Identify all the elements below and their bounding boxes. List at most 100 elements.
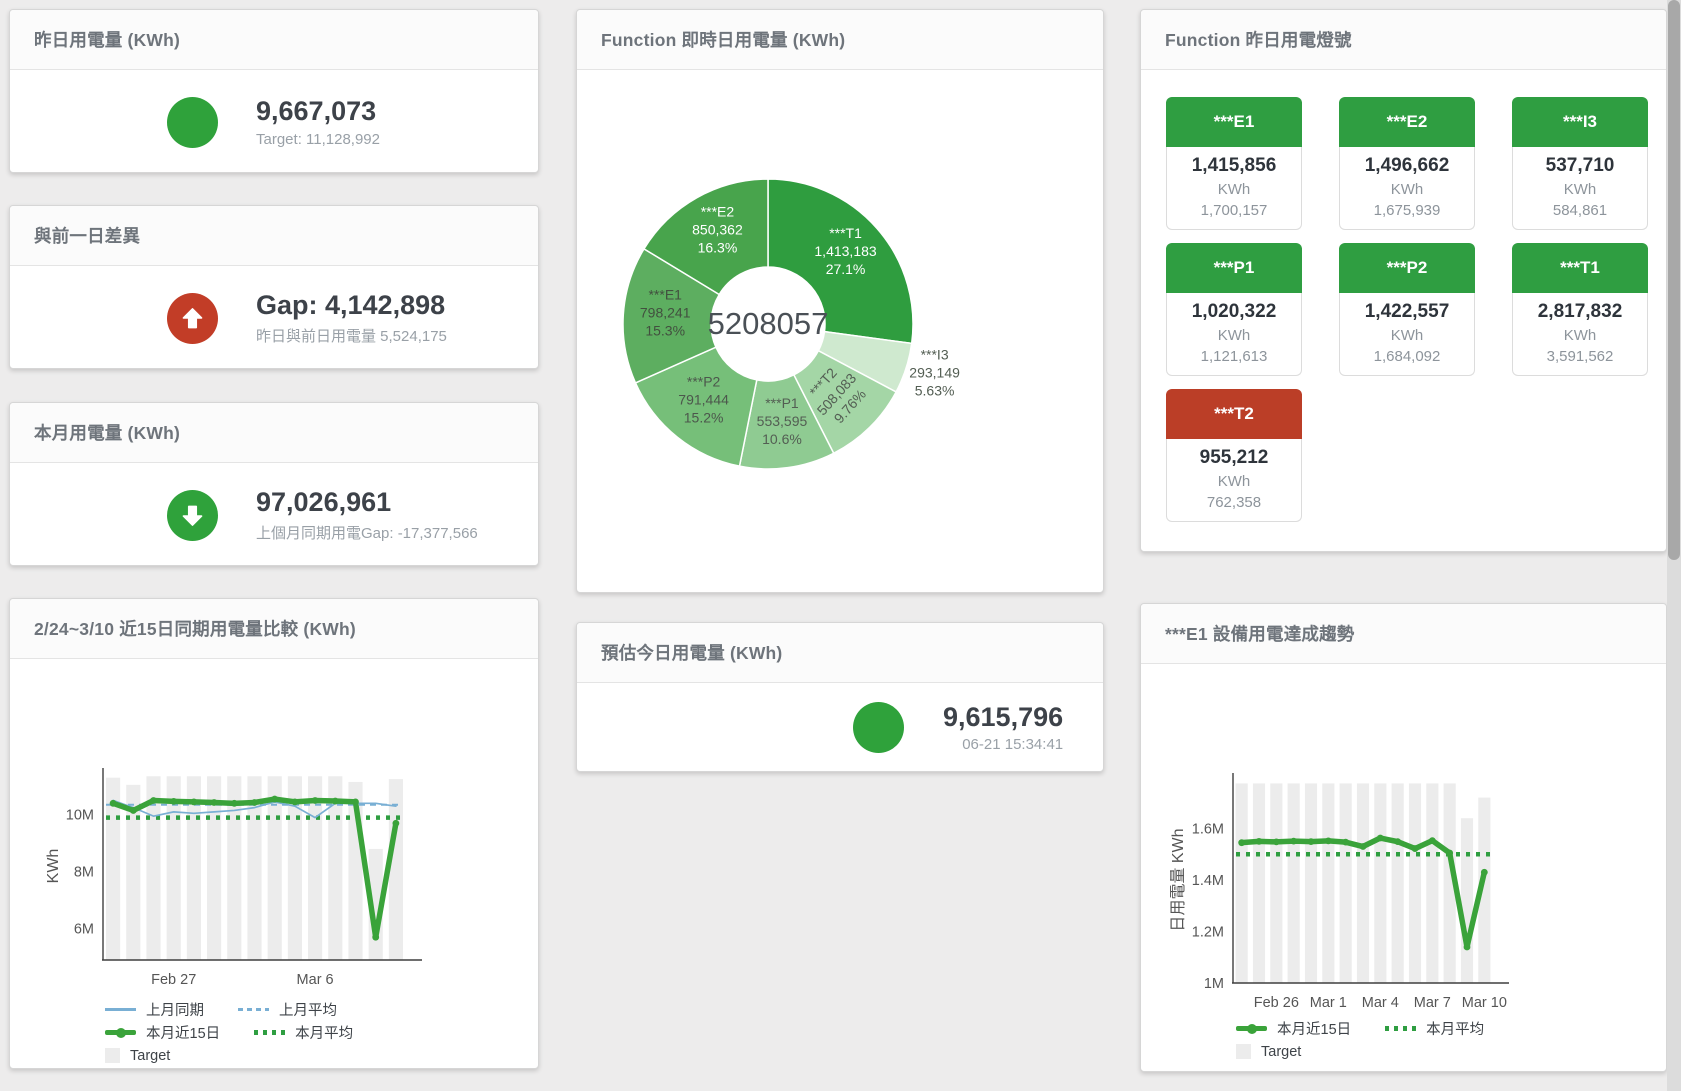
e1-trend-chart-legend: 本月近15日 本月平均 Target — [1236, 1017, 1666, 1063]
x-tick-label: Mar 7 — [1414, 995, 1451, 1010]
light-tile-secondary: 1,684,092 — [1344, 348, 1470, 365]
e1-trend-chart[interactable]: 1.6M1.4M1.2M1MFeb 26Mar 1Mar 4Mar 7Mar 1… — [1141, 664, 1666, 1010]
y-tick-label: 6M — [74, 922, 94, 938]
light-tile-label: ***E1 — [1166, 97, 1302, 147]
light-tile-unit: KWh — [1171, 473, 1297, 490]
light-tile-T1: ***T12,817,832KWh3,591,562 — [1512, 243, 1648, 376]
light-tile-secondary: 584,861 — [1517, 202, 1643, 219]
light-tile-body: 955,212KWh762,358 — [1166, 439, 1302, 522]
target-bar — [1357, 783, 1369, 983]
light-tile-unit: KWh — [1344, 181, 1470, 198]
legend-swatch — [1236, 1026, 1267, 1031]
data-point — [1290, 838, 1297, 845]
legend-item-本月近15日[interactable]: 本月近15日 — [105, 1022, 220, 1043]
dashboard: 昨日用電量 (KWh) 9,667,073 Target: 11,128,992… — [0, 0, 1681, 1091]
scrollbar-thumb[interactable] — [1668, 0, 1680, 560]
light-tile-body: 1,422,557KWh1,684,092 — [1339, 293, 1475, 376]
data-point — [1325, 837, 1332, 844]
target-bar — [1461, 818, 1473, 983]
y-tick-label: 1M — [1204, 976, 1224, 992]
data-point — [231, 800, 238, 807]
light-tile-body: 1,415,856KWh1,700,157 — [1166, 147, 1302, 230]
legend-swatch — [238, 1008, 269, 1011]
legend-swatch — [1236, 1044, 1251, 1059]
data-point — [1256, 838, 1263, 845]
compare-chart[interactable]: 10M8M6MFeb 27Mar 6KWh — [10, 659, 538, 991]
status-circle-icon — [853, 702, 904, 753]
data-point — [332, 798, 339, 805]
y-tick-label: 8M — [74, 865, 94, 881]
card-header: 與前一日差異 — [10, 206, 538, 266]
card-title: 昨日用電量 (KWh) — [34, 27, 180, 52]
light-tile-value: 1,496,662 — [1344, 155, 1470, 177]
legend-swatch — [254, 1030, 285, 1035]
card-title: 本月用電量 (KWh) — [34, 420, 180, 445]
card-header: Function 昨日用電燈號 — [1141, 10, 1666, 70]
legend-item-Target[interactable]: Target — [105, 1048, 170, 1064]
stat-subtitle: 上個月同期用電Gap: -17,377,566 — [256, 522, 478, 543]
stat-value: 9,667,073 — [256, 96, 380, 127]
light-tile-E2: ***E21,496,662KWh1,675,939 — [1339, 97, 1475, 230]
light-tile-value: 2,817,832 — [1517, 301, 1643, 323]
card-compare-chart: 2/24~3/10 近15日同期用電量比較 (KWh) 10M8M6MFeb 2… — [9, 598, 539, 1069]
data-point — [1481, 869, 1488, 876]
card-status-lights: Function 昨日用電燈號 ***E11,415,856KWh1,700,1… — [1140, 9, 1667, 552]
target-bar — [1322, 783, 1334, 983]
stat-value: 97,026,961 — [256, 487, 478, 518]
card-title: 與前一日差異 — [34, 223, 140, 248]
legend-item-上月同期[interactable]: 上月同期 — [105, 999, 204, 1020]
legend-item-本月平均[interactable]: 本月平均 — [1385, 1018, 1484, 1039]
legend-label: 本月近15日 — [146, 1022, 220, 1043]
data-point — [1342, 839, 1349, 846]
data-point — [130, 807, 137, 814]
x-tick-label: Mar 10 — [1462, 995, 1507, 1010]
light-tile-P2: ***P21,422,557KWh1,684,092 — [1339, 243, 1475, 376]
target-bar — [1426, 783, 1438, 983]
legend-label: 本月平均 — [295, 1022, 353, 1043]
data-point — [150, 797, 157, 804]
data-point — [1377, 835, 1384, 842]
realtime-donut-chart[interactable]: ***T11,413,18327.1%***I3293,1495.63%***T… — [577, 70, 1103, 593]
light-tile-unit: KWh — [1171, 181, 1297, 198]
legend-item-Target[interactable]: Target — [1236, 1044, 1301, 1060]
legend-item-上月平均[interactable]: 上月平均 — [238, 999, 337, 1020]
light-tile-label: ***T2 — [1166, 389, 1302, 439]
target-bar — [1253, 783, 1265, 983]
light-tile-unit: KWh — [1517, 181, 1643, 198]
data-point — [312, 797, 319, 804]
legend-item-本月平均[interactable]: 本月平均 — [254, 1022, 353, 1043]
stat-subtitle: 昨日與前日用電量 5,524,175 — [256, 325, 447, 346]
data-point — [110, 800, 117, 807]
light-tile-secondary: 1,121,613 — [1171, 348, 1297, 365]
light-tile-value: 537,710 — [1517, 155, 1643, 177]
legend-label: 上月平均 — [279, 999, 337, 1020]
light-tile-label: ***E2 — [1339, 97, 1475, 147]
light-tile-T2: ***T2955,212KWh762,358 — [1166, 389, 1302, 522]
stat-subtitle: 06-21 15:34:41 — [943, 736, 1063, 753]
x-tick-label: Feb 27 — [151, 972, 196, 988]
data-point — [251, 799, 258, 806]
card-header: Function 即時日用電量 (KWh) — [577, 10, 1103, 70]
legend-label: 本月平均 — [1426, 1018, 1484, 1039]
arrow-down-icon — [167, 490, 218, 541]
data-point — [352, 799, 359, 806]
target-bar — [1409, 783, 1421, 983]
stat-row: 97,026,961 上個月同期用電Gap: -17,377,566 — [10, 463, 538, 567]
light-tile-unit: KWh — [1171, 327, 1297, 344]
light-tile-I3: ***I3537,710KWh584,861 — [1512, 97, 1648, 230]
legend-item-本月近15日[interactable]: 本月近15日 — [1236, 1018, 1351, 1039]
data-point — [1429, 837, 1436, 844]
card-month-usage: 本月用電量 (KWh) 97,026,961 上個月同期用電Gap: -17,3… — [9, 402, 539, 566]
target-bar — [1288, 783, 1300, 983]
card-yesterday-usage: 昨日用電量 (KWh) 9,667,073 Target: 11,128,992 — [9, 9, 539, 173]
data-point — [170, 798, 177, 805]
data-point — [1238, 839, 1245, 846]
card-header: ***E1 設備用電達成趨勢 — [1141, 604, 1666, 664]
legend-swatch — [1385, 1026, 1416, 1031]
light-tile-secondary: 762,358 — [1171, 494, 1297, 511]
data-point — [1446, 850, 1453, 857]
card-realtime-donut: Function 即時日用電量 (KWh) ***T11,413,18327.1… — [576, 9, 1104, 593]
light-tile-label: ***P2 — [1339, 243, 1475, 293]
target-bar — [1374, 783, 1386, 983]
light-tile-grid: ***E11,415,856KWh1,700,157 ***E2 1,496,662… — [1141, 70, 1666, 522]
